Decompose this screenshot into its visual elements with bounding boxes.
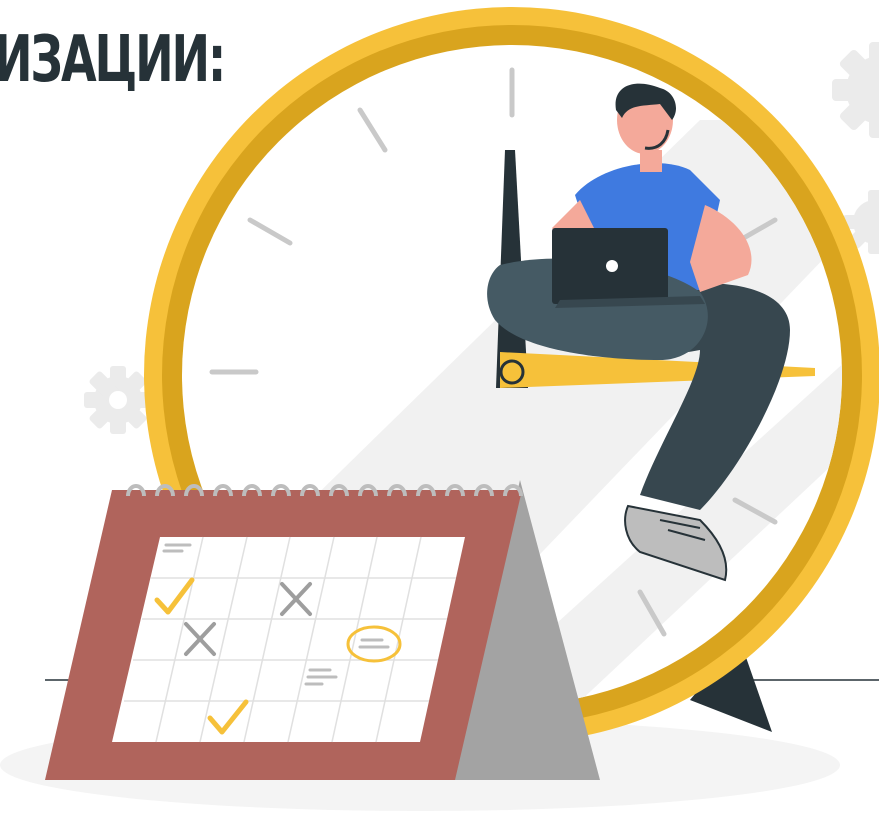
- gear-icon: [832, 42, 879, 138]
- illustration-canvas: ИЗАЦИИ:: [0, 0, 879, 814]
- calendar-page: [112, 537, 465, 742]
- time-management-illustration: [0, 7, 879, 811]
- gear-icon: [84, 366, 152, 434]
- page-heading: ИЗАЦИИ:: [0, 23, 226, 97]
- clock-center: [499, 359, 525, 385]
